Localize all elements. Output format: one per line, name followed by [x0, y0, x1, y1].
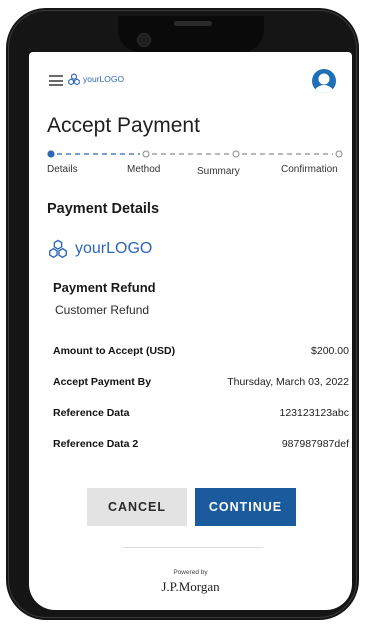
- continue-button[interactable]: CONTINUE: [195, 488, 296, 526]
- detail-value: $200.00: [311, 345, 349, 357]
- step-dot-method: [142, 150, 150, 158]
- merchant-logo-prefix: your: [75, 240, 107, 257]
- merchant-logo-text: yourLOGO: [75, 240, 152, 258]
- detail-value: Thursday, March 03, 2022: [227, 376, 349, 388]
- speaker-grille: [174, 21, 212, 26]
- step-label-details: Details: [47, 164, 78, 175]
- user-silhouette-icon: [313, 73, 335, 93]
- header-logo-suffix: LOGO: [99, 74, 125, 84]
- merchant-logo-suffix: LOGO: [106, 240, 153, 257]
- cancel-button[interactable]: CANCEL: [87, 488, 187, 526]
- top-bar: yourLOGO: [29, 66, 352, 98]
- section-title: Payment Details: [47, 201, 160, 217]
- detail-value: 123123123abc: [279, 407, 350, 419]
- detail-label: Accept Payment By: [53, 376, 152, 388]
- detail-row-reference: Reference Data 123123123abc: [53, 407, 349, 425]
- step-label-confirmation: Confirmation: [281, 164, 338, 175]
- hamburger-menu-icon[interactable]: [49, 75, 63, 86]
- step-dot-summary: [232, 150, 240, 158]
- logo-hexagons-icon: [49, 239, 67, 259]
- step-dot-details: [47, 150, 55, 158]
- detail-label: Reference Data 2: [53, 438, 139, 450]
- phone-frame: yourLOGO Accept Payment Details Method S…: [6, 8, 359, 620]
- detail-label: Amount to Accept (USD): [53, 345, 176, 357]
- progress-stepper: Details Method Summary Confirmation: [47, 148, 347, 178]
- header-logo-prefix: your: [83, 74, 100, 84]
- jpmorgan-logo: J.P.Morgan: [161, 579, 220, 594]
- footer-divider: [123, 547, 263, 548]
- detail-row-reference-2: Reference Data 2 987987987def: [53, 438, 349, 456]
- front-camera-icon: [137, 33, 151, 47]
- app-screen: yourLOGO Accept Payment Details Method S…: [29, 52, 352, 610]
- page-title: Accept Payment: [47, 114, 200, 137]
- logo-hexagons-icon: [68, 73, 80, 86]
- detail-value: 987987987def: [281, 438, 349, 450]
- powered-by-text: Powered by: [173, 569, 208, 576]
- detail-row-accept-by: Accept Payment By Thursday, March 03, 20…: [53, 376, 349, 394]
- refund-title: Payment Refund: [53, 280, 156, 295]
- step-label-method: Method: [127, 164, 161, 175]
- user-avatar-icon[interactable]: [312, 69, 336, 93]
- stepper-track: [47, 150, 343, 158]
- step-dot-confirmation: [335, 150, 343, 158]
- detail-label: Reference Data: [53, 407, 130, 419]
- detail-row-amount: Amount to Accept (USD) $200.00: [53, 345, 349, 363]
- refund-subtitle: Customer Refund: [55, 303, 150, 317]
- step-label-summary: Summary: [197, 166, 240, 177]
- header-logo-text[interactable]: yourLOGO: [83, 74, 124, 84]
